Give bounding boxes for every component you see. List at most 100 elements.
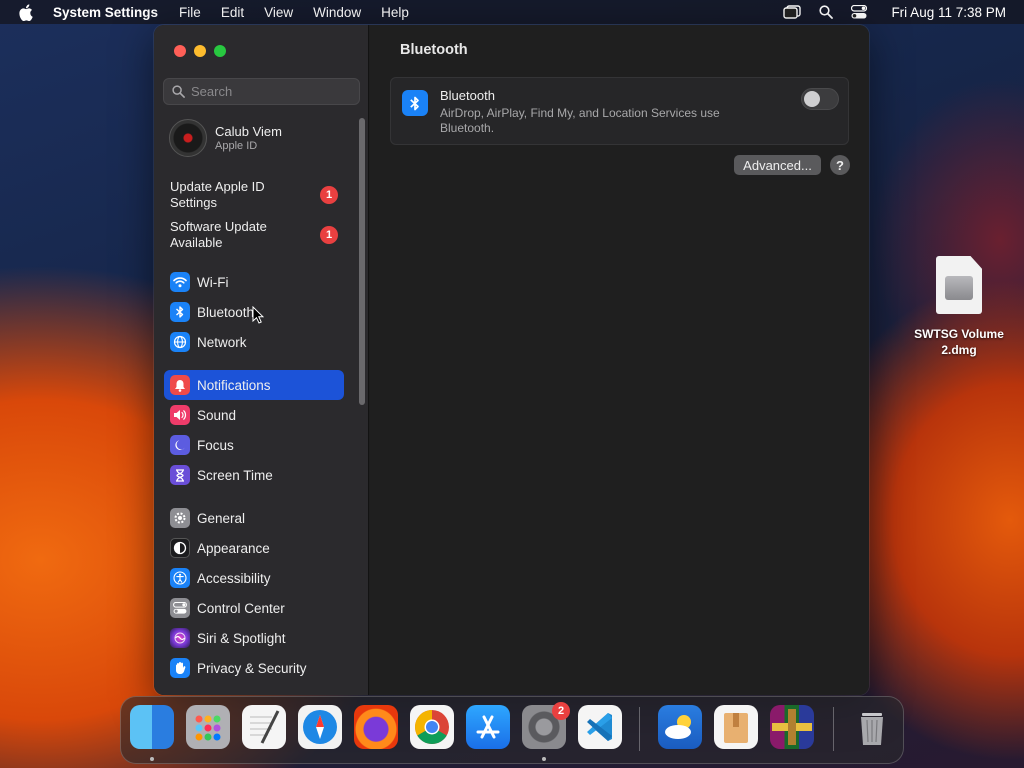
running-indicator [542, 757, 546, 761]
sidebar-item-siri-spotlight[interactable]: Siri & Spotlight [164, 623, 344, 653]
sidebar-scrollbar[interactable] [359, 118, 365, 405]
safari-icon[interactable] [298, 705, 342, 749]
sidebar-item-label: Appearance [197, 540, 270, 556]
chrome-icon[interactable] [410, 705, 454, 749]
weather-icon[interactable] [658, 705, 702, 749]
menu-bar-status: Fri Aug 11 7:38 PM [765, 0, 1006, 24]
trash-icon[interactable] [850, 705, 894, 749]
sidebar-item-network[interactable]: Network [164, 327, 344, 357]
appearance-icon [170, 538, 190, 558]
globe-icon [170, 332, 190, 352]
sidebar-item-label: Siri & Spotlight [197, 630, 286, 646]
page-title: Bluetooth [400, 42, 468, 58]
app-store-icon[interactable] [466, 705, 510, 749]
sidebar-item-appearance[interactable]: Appearance [164, 533, 344, 563]
sidebar-item-screen-time[interactable]: Screen Time [164, 460, 344, 490]
gear-icon [170, 508, 190, 528]
mouse-pointer-icon [252, 305, 265, 329]
sidebar-item-label: General [197, 510, 246, 526]
bluetooth-pane: Bluetooth Bluetooth AirDrop, AirPlay, Fi… [370, 25, 869, 695]
bluetooth-toggle[interactable] [801, 88, 839, 110]
view-menu[interactable]: View [264, 5, 293, 20]
search-field[interactable] [163, 78, 360, 105]
update-apple-id-settings-item[interactable]: Update Apple ID Settings 1 [170, 179, 360, 211]
search-icon [172, 85, 185, 98]
notification-badge: 2 [552, 702, 570, 720]
sidebar-item-label: Bluetooth [197, 304, 255, 320]
desktop-file-dmg[interactable]: SWTSG Volume 2.dmg [905, 256, 1013, 358]
window-menu[interactable]: Window [313, 5, 361, 20]
hand-icon [170, 658, 190, 678]
sidebar-item-label: Sound [197, 407, 237, 423]
sidebar-item-label: Screen Time [197, 467, 273, 483]
stage-manager-icon[interactable] [783, 5, 802, 19]
sidebar-item-general[interactable]: General [164, 503, 344, 533]
system-settings-window: Calub Viem Apple ID Update Apple ID Sett… [154, 25, 869, 695]
sidebar-item-label: Wi-Fi [197, 274, 229, 290]
toggle-knob [804, 91, 820, 107]
sidebar-item-label: Accessibility [197, 570, 271, 586]
control-center-icon [170, 598, 190, 618]
sidebar-item-wifi[interactable]: Wi-Fi [164, 267, 344, 297]
window-controls [174, 45, 234, 57]
bluetooth-card-description: AirDrop, AirPlay, Find My, and Location … [440, 106, 720, 135]
sidebar-item-notifications[interactable]: Notifications [164, 370, 344, 400]
notice-label: Software Update Available [170, 219, 267, 250]
spotlight-search-icon[interactable] [819, 5, 834, 19]
apple-menu-icon[interactable] [18, 3, 38, 21]
apple-id-account[interactable]: Calub Viem Apple ID [169, 119, 282, 157]
firefox-icon[interactable] [354, 705, 398, 749]
winrar-icon[interactable] [770, 705, 814, 749]
bluetooth-card-title: Bluetooth [440, 88, 495, 103]
control-center-menu-icon[interactable] [851, 5, 868, 19]
sidebar-item-sound[interactable]: Sound [164, 400, 344, 430]
accessibility-icon [170, 568, 190, 588]
notification-badge: 1 [320, 226, 338, 244]
menu-bar-clock[interactable]: Fri Aug 11 7:38 PM [891, 5, 1006, 20]
dock-separator [639, 707, 640, 751]
sidebar-item-label: Focus [197, 437, 234, 453]
sidebar-item-privacy-security[interactable]: Privacy & Security [164, 653, 344, 683]
hourglass-icon [170, 465, 190, 485]
sidebar-item-label: Network [197, 334, 247, 350]
zoom-window-button[interactable] [214, 45, 226, 57]
software-update-available-item[interactable]: Software Update Available 1 [170, 219, 360, 251]
menu-bar: System Settings File Edit View Window He… [0, 0, 1024, 24]
help-button[interactable]: ? [830, 155, 850, 175]
wifi-icon [170, 272, 190, 292]
app-name-menu[interactable]: System Settings [53, 5, 158, 20]
desktop-file-label: SWTSG Volume 2.dmg [914, 327, 1004, 357]
avatar [169, 119, 207, 157]
textedit-icon[interactable] [242, 705, 286, 749]
speaker-icon [170, 405, 190, 425]
dock: 2 [120, 696, 904, 764]
minimize-window-button[interactable] [194, 45, 206, 57]
search-input[interactable] [191, 84, 351, 99]
launchpad-icon[interactable] [186, 705, 230, 749]
bluetooth-icon [170, 302, 190, 322]
account-name: Calub Viem [215, 124, 282, 139]
siri-icon [170, 628, 190, 648]
sidebar-item-label: Notifications [197, 377, 271, 393]
moon-icon [170, 435, 190, 455]
file-menu[interactable]: File [179, 5, 201, 20]
sidebar-item-label: Control Center [197, 600, 285, 616]
notification-badge: 1 [320, 186, 338, 204]
vscode-icon[interactable] [578, 705, 622, 749]
running-indicator [150, 757, 154, 761]
sidebar-item-accessibility[interactable]: Accessibility [164, 563, 344, 593]
notice-label: Update Apple ID Settings [170, 179, 265, 210]
dock-separator [833, 707, 834, 751]
close-window-button[interactable] [174, 45, 186, 57]
help-menu[interactable]: Help [381, 5, 409, 20]
sidebar: Calub Viem Apple ID Update Apple ID Sett… [154, 25, 369, 695]
sidebar-item-control-center[interactable]: Control Center [164, 593, 344, 623]
edit-menu[interactable]: Edit [221, 5, 244, 20]
advanced-button[interactable]: Advanced... [734, 155, 821, 175]
account-subtitle: Apple ID [215, 140, 258, 152]
archive-utility-icon[interactable] [714, 705, 758, 749]
sidebar-item-focus[interactable]: Focus [164, 430, 344, 460]
disk-image-icon [936, 256, 982, 314]
finder-icon[interactable] [130, 705, 174, 749]
bell-icon [170, 375, 190, 395]
